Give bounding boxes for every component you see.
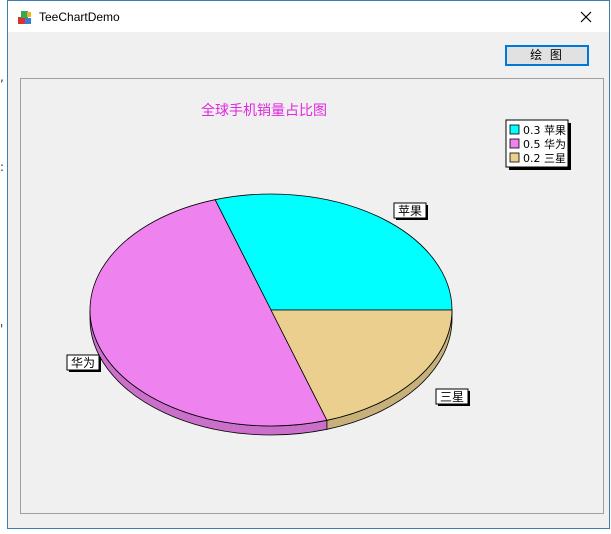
legend-swatch-1 <box>509 138 520 149</box>
pie-label-2: 三星 <box>440 390 464 404</box>
legend-entry-1: 0.5 华为 <box>523 137 566 151</box>
legend-swatch-0 <box>509 124 520 135</box>
background-fragment: , <box>0 70 4 84</box>
close-icon <box>580 11 592 22</box>
draw-chart-button[interactable]: 绘 图 <box>505 45 589 66</box>
title-bar[interactable]: TeeChartDemo <box>8 1 609 32</box>
pie-chart: 全球手机销量占比图 苹果华为三星 0.3 苹果0.5 华为0.2 三星 <box>66 102 571 436</box>
background-fragment: : <box>0 160 5 174</box>
legend-entry-2: 0.2 三星 <box>523 152 566 165</box>
pie-label-0: 苹果 <box>398 204 422 218</box>
chart-title: 全球手机销量占比图 <box>201 102 327 119</box>
pie-label-1: 华为 <box>71 356 95 370</box>
chart-legend: 0.3 苹果0.5 华为0.2 三星 <box>505 119 571 170</box>
teechart-demo-window: TeeChartDemo 绘 图 全球手机销量占比图 苹果华为三星 0.3 苹果… <box>7 0 610 529</box>
close-button[interactable] <box>563 1 609 32</box>
app-icon <box>18 11 31 24</box>
window-title: TeeChartDemo <box>39 10 120 24</box>
chart-panel: 全球手机销量占比图 苹果华为三星 0.3 苹果 0.5 华为 0.2 三星 <box>20 78 604 514</box>
legend-entry-0: 0.3 苹果 <box>523 123 566 137</box>
legend-swatch-2 <box>509 152 520 163</box>
background-fragment: ' <box>0 322 4 336</box>
